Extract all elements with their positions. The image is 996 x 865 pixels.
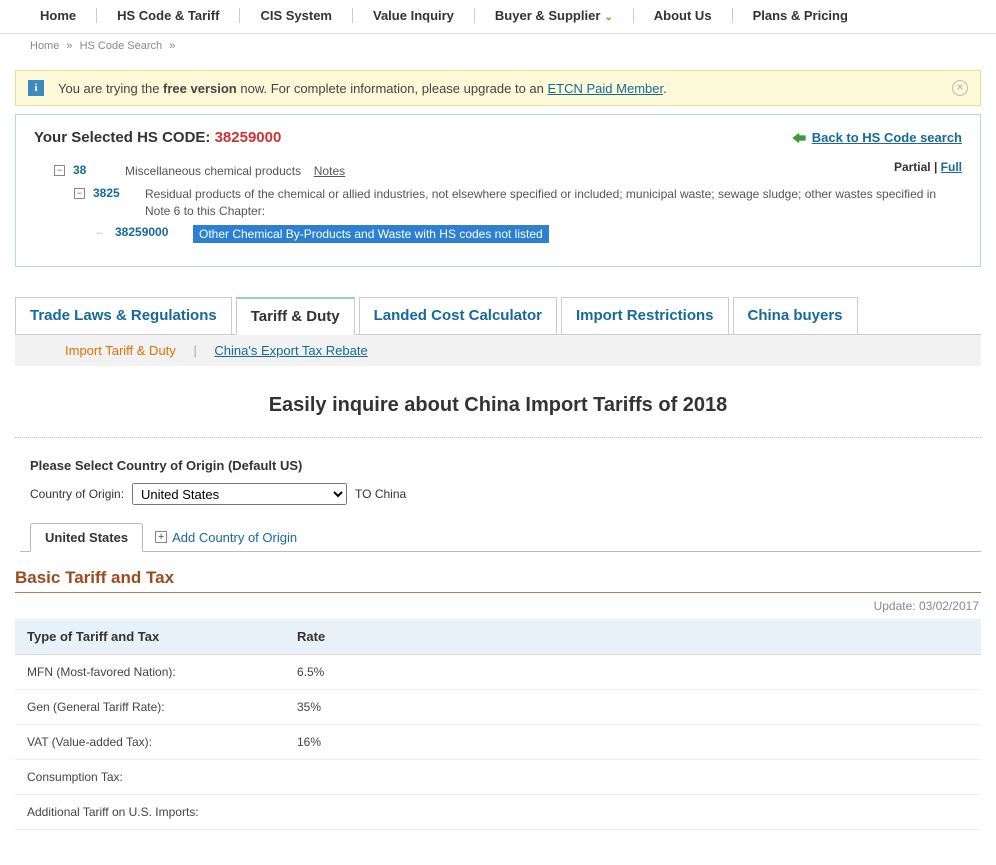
- tree-desc-l3[interactable]: Other Chemical By-Products and Waste wit…: [193, 225, 549, 243]
- cell-rate: 6.5%: [285, 655, 981, 690]
- origin-label: Country of Origin:: [30, 487, 124, 501]
- cell-type: Consumption Tax:: [15, 760, 285, 795]
- cell-type: VAT (Value-added Tax):: [15, 725, 285, 760]
- cell-type: Additional Tariff on U.S. Imports:: [15, 795, 285, 830]
- cell-rate: [285, 760, 981, 795]
- close-icon[interactable]: ×: [952, 80, 968, 96]
- cell-rate: 16%: [285, 725, 981, 760]
- table-row: Consumption Tax:: [15, 760, 981, 795]
- page-heading: Easily inquire about China Import Tariff…: [0, 394, 996, 417]
- nav-value-inquiry[interactable]: Value Inquiry: [353, 8, 475, 23]
- nav-about[interactable]: About Us: [634, 8, 733, 23]
- nav-buyer-supplier[interactable]: Buyer & Supplier⌄: [475, 8, 634, 23]
- hs-tree: − 38 Miscellaneous chemical products Not…: [34, 160, 962, 246]
- upgrade-link[interactable]: ETCN Paid Member: [548, 81, 664, 96]
- breadcrumb-sep: »: [66, 40, 72, 52]
- add-country-button[interactable]: + Add Country of Origin: [155, 530, 297, 545]
- nav-plans[interactable]: Plans & Pricing: [733, 8, 868, 23]
- nav-hs-code[interactable]: HS Code & Tariff: [97, 8, 240, 23]
- tab-landed-cost[interactable]: Landed Cost Calculator: [359, 297, 557, 335]
- tariff-section: Basic Tariff and Tax Update: 03/02/2017 …: [15, 568, 981, 830]
- nav-list: Home HS Code & Tariff CIS System Value I…: [0, 8, 996, 23]
- origin-select[interactable]: United States: [132, 483, 347, 505]
- cell-rate: [285, 795, 981, 830]
- tab-trade-laws[interactable]: Trade Laws & Regulations: [15, 297, 232, 335]
- top-nav: Home HS Code & Tariff CIS System Value I…: [0, 0, 996, 34]
- back-arrow-icon: [791, 131, 807, 145]
- tree-desc-l1: Miscellaneous chemical products Notes: [125, 163, 345, 180]
- alert-text: You are trying the free version now. For…: [58, 81, 667, 96]
- back-to-search-link[interactable]: Back to HS Code search: [791, 130, 962, 145]
- caret-down-icon: ⌄: [604, 12, 612, 23]
- section-title: Basic Tariff and Tax: [15, 568, 981, 588]
- full-link[interactable]: Full: [941, 160, 962, 174]
- country-tab-us[interactable]: United States: [30, 523, 143, 552]
- selected-header: Your Selected HS CODE: 38259000 Back to …: [34, 129, 962, 146]
- plus-icon: +: [155, 531, 167, 543]
- table-row: VAT (Value-added Tax):16%: [15, 725, 981, 760]
- tariff-table: Type of Tariff and Tax Rate MFN (Most-fa…: [15, 619, 981, 830]
- selected-title: Your Selected HS CODE: 38259000: [34, 129, 281, 146]
- origin-hint: Please Select Country of Origin (Default…: [30, 458, 966, 473]
- crumb-search[interactable]: HS Code Search: [80, 40, 163, 52]
- col-type: Type of Tariff and Tax: [15, 619, 285, 655]
- sub-nav: Import Tariff & Duty | China's Export Ta…: [15, 335, 981, 366]
- table-row: Additional Tariff on U.S. Imports:: [15, 795, 981, 830]
- selected-code: 38259000: [215, 129, 282, 146]
- cell-type: MFN (Most-favored Nation):: [15, 655, 285, 690]
- table-header-row: Type of Tariff and Tax Rate: [15, 619, 981, 655]
- subnav-import-tariff[interactable]: Import Tariff & Duty: [65, 343, 176, 358]
- crumb-home[interactable]: Home: [30, 40, 59, 52]
- tree-code-l3[interactable]: 38259000: [115, 225, 183, 239]
- origin-to: TO China: [355, 487, 406, 501]
- origin-block: Please Select Country of Origin (Default…: [30, 458, 966, 505]
- section-title-row: Basic Tariff and Tax: [15, 568, 981, 593]
- breadcrumb: Home » HS Code Search »: [0, 34, 996, 60]
- tab-import-restrictions[interactable]: Import Restrictions: [561, 297, 729, 335]
- main-tabs: Trade Laws & Regulations Tariff & Duty L…: [15, 297, 981, 335]
- subnav-export-rebate[interactable]: China's Export Tax Rebate: [214, 343, 367, 358]
- table-row: Gen (General Tariff Rate):35%: [15, 690, 981, 725]
- tree-row-level3: ┈ 38259000 Other Chemical By-Products an…: [34, 222, 962, 246]
- upgrade-alert: i You are trying the free version now. F…: [15, 70, 981, 106]
- partial-label: Partial: [894, 160, 931, 174]
- info-icon: i: [28, 80, 44, 96]
- breadcrumb-sep: »: [169, 40, 175, 52]
- divider-dotted: [15, 437, 981, 438]
- cell-type: Gen (General Tariff Rate):: [15, 690, 285, 725]
- country-tabs: United States + Add Country of Origin: [20, 523, 981, 552]
- tree-row-level2: − 3825 Residual products of the chemical…: [34, 183, 962, 223]
- table-row: MFN (Most-favored Nation):6.5%: [15, 655, 981, 690]
- tree-leaf-icon: ┈: [96, 227, 107, 240]
- tab-tariff-duty[interactable]: Tariff & Duty: [236, 297, 355, 335]
- origin-row: Country of Origin: United States TO Chin…: [30, 483, 966, 505]
- nav-cis[interactable]: CIS System: [240, 8, 353, 23]
- selected-hs-box: Your Selected HS CODE: 38259000 Back to …: [15, 114, 981, 267]
- tree-collapse-icon[interactable]: −: [74, 188, 85, 199]
- tab-china-buyers[interactable]: China buyers: [733, 297, 858, 335]
- tree-collapse-icon[interactable]: −: [54, 165, 65, 176]
- subnav-sep: |: [193, 343, 196, 358]
- cell-rate: 35%: [285, 690, 981, 725]
- tree-code-l1[interactable]: 38: [73, 163, 115, 177]
- col-rate: Rate: [285, 619, 981, 655]
- partial-full-toggle: Partial | Full: [894, 160, 962, 174]
- tree-code-l2[interactable]: 3825: [93, 186, 135, 200]
- update-date: Update: 03/02/2017: [15, 599, 979, 613]
- tree-desc-l2: Residual products of the chemical or all…: [145, 186, 962, 220]
- tree-notes-link[interactable]: Notes: [314, 164, 345, 178]
- tree-row-level1: − 38 Miscellaneous chemical products Not…: [34, 160, 345, 183]
- nav-home[interactable]: Home: [20, 8, 97, 23]
